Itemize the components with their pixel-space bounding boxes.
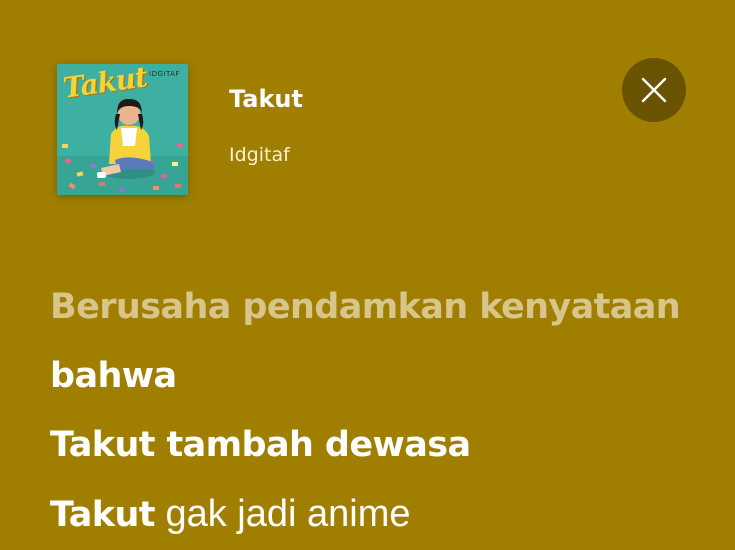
lyric-line[interactable]: Takut tambah dewasa (50, 411, 730, 480)
artist-name[interactable]: Idgitaf (229, 144, 290, 166)
close-button[interactable] (622, 58, 686, 122)
lyrics-container: Berusaha pendamkan kenyataan bahwa Takut… (50, 273, 730, 549)
lyric-line-past[interactable]: Berusaha pendamkan kenyataan (50, 273, 730, 342)
now-playing-header: Takut IDGITAF Takut Idgitaf (57, 58, 687, 196)
close-icon (641, 77, 667, 103)
album-art: Takut IDGITAF (57, 64, 188, 195)
lyric-line-current[interactable]: bahwa (50, 342, 730, 411)
track-title: Takut (229, 85, 303, 113)
album-art-artist: IDGITAF (149, 70, 180, 78)
lyric-word: Takut (50, 495, 156, 535)
lyric-line[interactable]: Takut gak jadi anime (50, 480, 730, 549)
lyric-rest: gak jadi anime (154, 493, 411, 535)
